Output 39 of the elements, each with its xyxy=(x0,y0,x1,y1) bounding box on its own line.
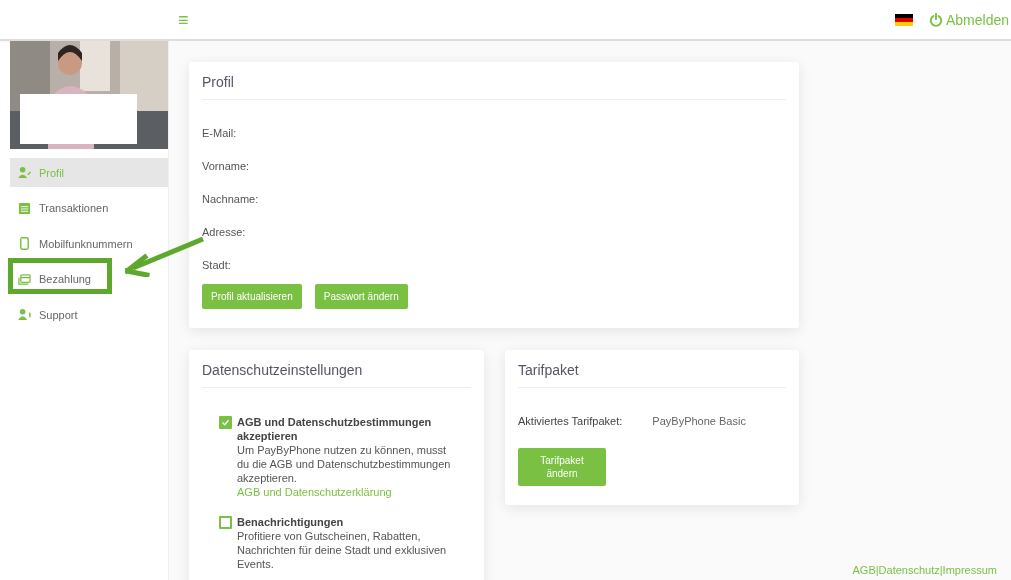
option-title: AGB und Datenschutzbestimmungen akzeptieren xyxy=(237,415,433,443)
option-description: Um PayByPhone nutzen zu können, musst du die AGB und Datenschutzbestimmungen akzeptieren. xyxy=(237,443,452,485)
field-label: E-Mail: xyxy=(202,126,238,140)
sidebar-item[interactable]: Support xyxy=(10,300,168,329)
change-tariff-button[interactable]: Tarifpaket ändern xyxy=(518,448,606,486)
update-profile-button[interactable]: Profil aktualisieren xyxy=(202,284,302,309)
person-icon xyxy=(18,308,31,321)
flag-icon[interactable] xyxy=(894,13,913,26)
field-label: Adresse: xyxy=(202,225,247,239)
field-label: Stadt: xyxy=(202,258,232,272)
option-title: Benachrichtigungen xyxy=(237,515,345,529)
field-label: Vorname: xyxy=(202,159,251,173)
cards-icon xyxy=(18,272,31,286)
tariff-value: PayByPhone Basic xyxy=(652,415,746,427)
card-title: Datenschutzeinstellungen xyxy=(202,362,471,388)
sidebar-item[interactable]: Transaktionen xyxy=(10,193,168,223)
checkbox[interactable] xyxy=(219,416,232,429)
list-icon xyxy=(18,201,31,215)
terms-link[interactable]: AGB und Datenschutzerklärung xyxy=(237,485,455,499)
change-password-button[interactable]: Passwort ändern xyxy=(314,284,408,309)
check-icon xyxy=(221,418,230,427)
checkbox[interactable] xyxy=(219,516,232,529)
power-icon xyxy=(928,12,943,27)
option-description: Profitiere von Gutscheinen, Rabatten, Nachrichten für deine Stadt und exklusiven Events. xyxy=(237,529,448,571)
field-label: Nachname: xyxy=(202,192,260,206)
footer-link[interactable]: Datenschutz xyxy=(878,564,940,576)
sidebar-item[interactable]: Profil xyxy=(10,158,168,187)
logout-link[interactable]: Abmelden xyxy=(928,11,1011,28)
card-title: Profil xyxy=(202,74,786,100)
card-title: Tarifpaket xyxy=(518,362,786,388)
tariff-label: Aktiviertes Tarifpaket: xyxy=(518,415,623,427)
separator: | xyxy=(875,564,879,576)
separator: | xyxy=(939,564,943,576)
footer-link[interactable]: AGB xyxy=(852,564,876,576)
menu-button[interactable]: ≡ xyxy=(174,10,193,29)
sidebar-item[interactable]: Mobilfunknummern xyxy=(10,229,168,258)
user-icon xyxy=(18,166,31,179)
sidebar-item[interactable]: Bezahlung xyxy=(10,264,168,294)
phone-icon xyxy=(18,237,31,250)
